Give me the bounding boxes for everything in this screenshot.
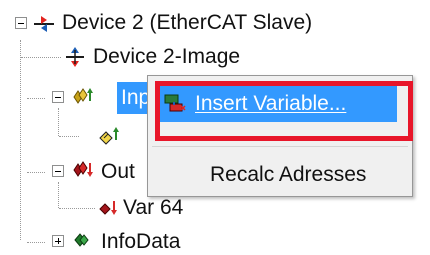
output-variable-icon <box>99 201 117 215</box>
collapse-toggle-inputs[interactable] <box>52 91 64 103</box>
infodata-folder-icon <box>74 233 89 247</box>
tree-connector <box>59 208 95 209</box>
tree-item-device-label[interactable]: Device 2 (EtherCAT Slave) <box>62 11 312 35</box>
collapse-toggle-outputs[interactable] <box>52 165 64 177</box>
tree-connector <box>59 136 79 137</box>
tree-connector <box>58 182 59 208</box>
menu-separator <box>152 146 408 147</box>
device-image-icon <box>66 47 84 67</box>
tree-connector <box>20 40 21 240</box>
tree-item-infodata-label[interactable]: InfoData <box>101 230 180 254</box>
tree-item-inputs-label[interactable]: Inp <box>121 86 150 110</box>
menu-item-recalc-adresses[interactable]: Recalc Adresses <box>210 163 366 187</box>
outputs-folder-icon <box>73 161 93 177</box>
collapse-toggle-device[interactable] <box>15 17 27 29</box>
expand-toggle-infodata[interactable] <box>52 235 64 247</box>
inputs-folder-icon <box>73 88 93 104</box>
tree-item-image-label[interactable]: Device 2-Image <box>93 45 240 69</box>
tree-item-outputs-child-label[interactable]: Var 64 <box>123 196 183 220</box>
input-variable-icon <box>99 127 119 145</box>
tree-connector <box>27 242 45 243</box>
highlight-callout-box <box>155 81 413 141</box>
tree-connector <box>21 57 61 58</box>
tree-connector <box>27 172 45 173</box>
ethercat-device-icon <box>34 16 54 32</box>
tree-connector <box>58 108 59 136</box>
tree-connector <box>27 98 45 99</box>
tree-item-outputs-label[interactable]: Out <box>101 160 135 184</box>
